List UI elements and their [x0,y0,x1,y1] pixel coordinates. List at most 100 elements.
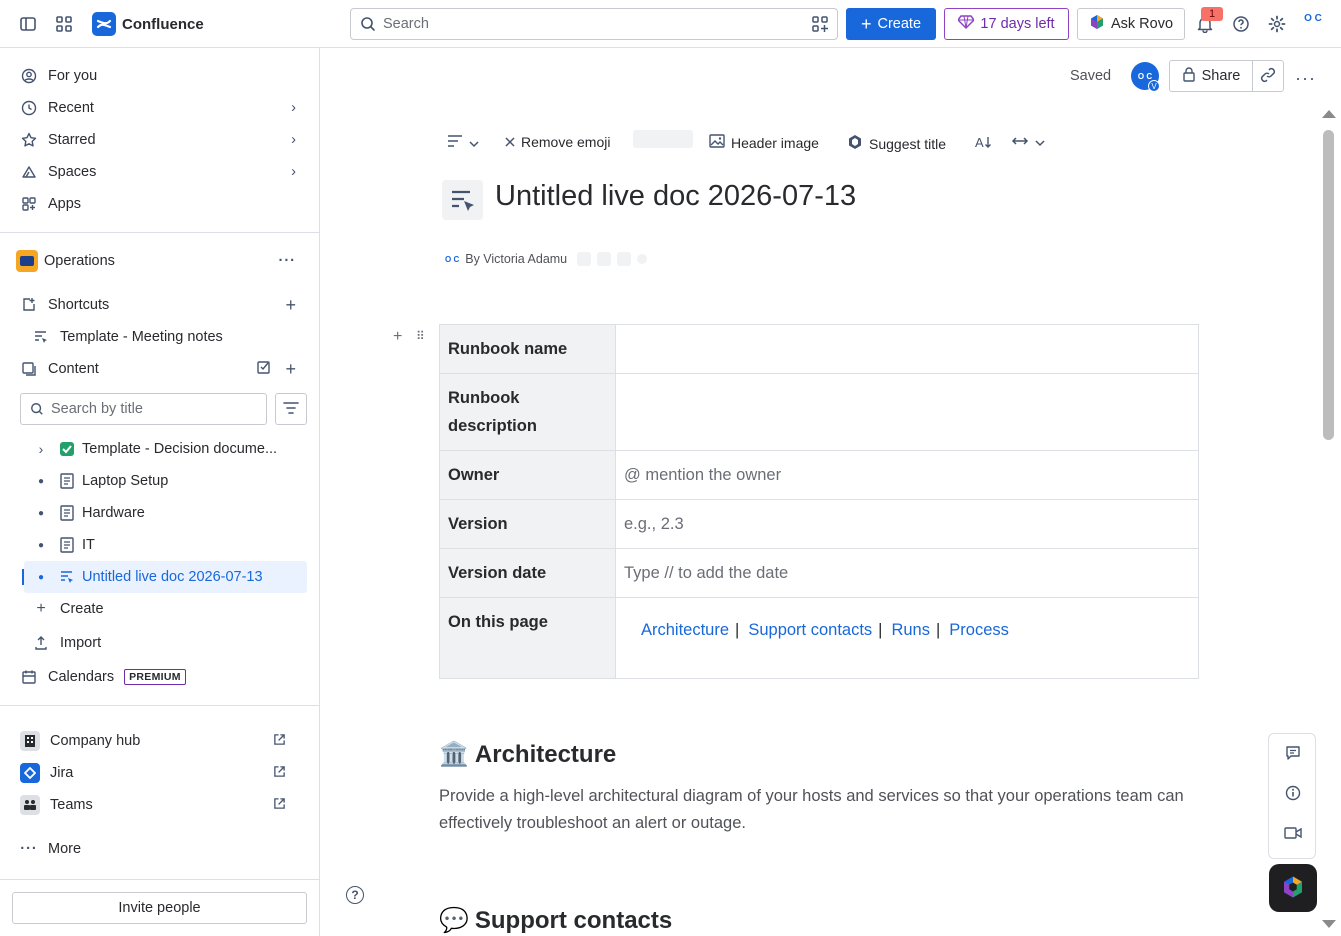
toc-link-architecture[interactable]: Architecture [641,616,729,644]
settings-gear-icon[interactable] [1265,12,1289,36]
remove-emoji-button[interactable]: Remove emoji [505,134,610,150]
add-content-icon[interactable]: + [285,359,296,380]
tree-item-laptop-setup[interactable]: ● Laptop Setup [24,465,307,497]
scroll-up-arrow[interactable] [1322,110,1336,118]
app-name: Confluence [122,15,204,33]
table-cell[interactable] [615,324,1199,374]
toc-link-runs[interactable]: Runs [891,616,930,644]
sidebar-app-company-hub[interactable]: Company hub [12,725,308,757]
sidebar-item-for-you[interactable]: For you [12,60,308,92]
copy-link-button[interactable] [1252,60,1284,92]
text-alignment-dropdown[interactable] [447,134,479,151]
sidebar: For you Recent › Starred › Spaces › Apps… [0,48,320,936]
ask-rovo-button[interactable]: Ask Rovo [1077,8,1185,40]
page-width-dropdown[interactable] [1011,134,1045,150]
svg-text:A: A [975,135,984,150]
tree-item-untitled-live-doc[interactable]: ● Untitled live doc 2026-07-13 [24,561,307,593]
table-cell[interactable]: Type // to add the date [615,548,1199,598]
sidebar-app-jira[interactable]: Jira [12,757,308,789]
chevron-right-icon[interactable]: › [291,164,296,180]
tree-item-it[interactable]: ● IT [24,529,307,561]
chevron-down-icon [469,135,479,151]
tree-item-hardware[interactable]: ● Hardware [24,497,307,529]
font-size-button[interactable]: A [975,134,993,153]
page-title[interactable]: Untitled live doc 2026-07-13 [495,180,856,213]
rovo-chat-button[interactable] [1269,864,1317,912]
right-side-panel [1268,733,1316,859]
suggest-title-label: Suggest title [869,135,947,152]
star-icon [20,131,38,149]
share-button[interactable]: Share [1169,60,1253,92]
organization-logo[interactable]: O C [1300,14,1326,36]
byline-author[interactable]: By Victoria Adamu [465,252,567,266]
video-icon[interactable] [1283,823,1303,843]
scrollbar-thumb[interactable] [1323,130,1334,440]
chevron-right-icon[interactable]: › [24,441,58,457]
create-button-label: Create [877,16,922,32]
shortcut-item-meeting-notes[interactable]: Template - Meeting notes [12,321,308,353]
confluence-logo[interactable]: Confluence [92,12,204,36]
sidebar-item-recent[interactable]: Recent › [12,92,308,124]
page-emoji-icon[interactable] [442,180,483,220]
sidebar-item-calendars[interactable]: Calendars PREMIUM [12,661,308,693]
user-circle-icon [20,67,38,85]
rovo-icon [1089,14,1105,34]
filter-icon [283,401,299,418]
sidebar-create-button[interactable]: + Create [12,593,308,625]
ask-rovo-label: Ask Rovo [1110,16,1174,32]
space-header-operations[interactable]: Operations ··· [12,245,308,277]
trial-button[interactable]: 17 days left [944,8,1069,40]
create-button[interactable]: + Create [846,8,936,40]
insert-block-icon[interactable]: + [393,328,402,346]
header-image-button[interactable]: Header image [709,134,819,151]
sidebar-app-teams[interactable]: Teams [12,789,308,821]
lock-icon [1182,66,1196,86]
search-by-title-input[interactable]: Search by title [20,393,267,425]
more-icon: ··· [20,841,38,857]
sidebar-item-starred[interactable]: Starred › [12,124,308,156]
toc-link-process[interactable]: Process [949,616,1009,644]
sidebar-import-button[interactable]: Import [12,627,308,659]
help-icon[interactable] [1229,12,1253,36]
toc-link-support-contacts[interactable]: Support contacts [748,616,872,644]
tree-item-label: Untitled live doc 2026-07-13 [82,569,263,585]
table-cell[interactable] [615,373,1199,451]
scroll-down-arrow[interactable] [1322,920,1336,928]
search-filter-icon[interactable] [811,15,829,37]
bulk-edit-icon[interactable] [256,359,272,379]
more-options-icon[interactable]: ··· [279,253,297,269]
header-image-label: Header image [731,134,819,151]
suggest-title-button[interactable]: Suggest title [847,134,946,153]
chevron-right-icon[interactable]: › [291,132,296,148]
architecture-paragraph: Provide a high-level architectural diagr… [439,787,1184,832]
sidebar-item-spaces[interactable]: Spaces › [12,156,308,188]
more-actions-icon[interactable]: ··· [1295,68,1316,89]
invite-people-button[interactable]: Invite people [12,892,307,924]
table-cell[interactable]: @ mention the owner [615,450,1199,500]
tree-item-label: Hardware [82,505,145,521]
table-header-cell: On this page [439,597,616,679]
table-cell[interactable]: e.g., 2.3 [615,499,1199,549]
sidebar-item-shortcuts[interactable]: Shortcuts + [12,289,308,321]
app-switcher-icon[interactable] [52,12,76,36]
global-search-input[interactable]: Search [350,8,838,40]
help-circle-icon[interactable]: ? [346,886,364,904]
sidebar-toggle-icon[interactable] [16,12,40,36]
sidebar-item-apps[interactable]: Apps [12,188,308,220]
drag-handle-icon[interactable]: ⠿ [416,329,425,343]
tree-item-decision-document[interactable]: › Template - Decision docume... [24,433,307,465]
table-row: Version date Type // to add the date [439,548,1199,598]
add-shortcut-icon[interactable]: + [285,295,296,316]
shortcut-icon [20,296,38,314]
filter-button[interactable] [275,393,307,425]
check-emoji-icon [58,440,76,458]
info-icon[interactable] [1283,783,1303,803]
sidebar-item-content[interactable]: Content + [12,353,308,385]
chevron-right-icon[interactable]: › [291,100,296,116]
close-icon [505,134,515,150]
premium-badge: PREMIUM [124,669,186,685]
comment-icon[interactable] [1283,743,1303,763]
active-indicator [22,569,24,585]
sidebar-more-button[interactable]: ··· More [12,833,308,865]
table-row: Version e.g., 2.3 [439,499,1199,549]
